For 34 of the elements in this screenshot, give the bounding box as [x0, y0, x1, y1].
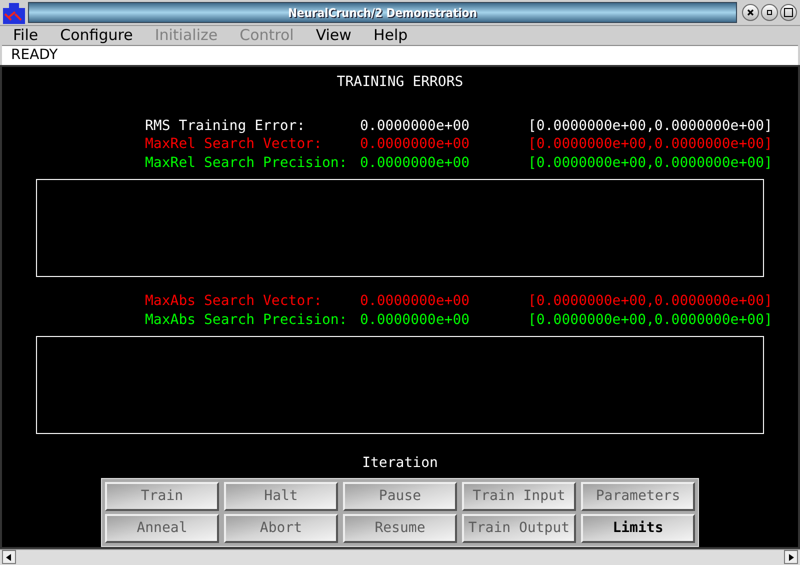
- scroll-left-button[interactable]: [2, 550, 16, 564]
- error-range: [0.0000000e+00,0.0000000e+00]: [528, 310, 772, 330]
- error-value: 0.0000000e+00: [360, 116, 471, 136]
- error-range: [0.0000000e+00,0.0000000e+00]: [528, 135, 772, 154]
- right-arrow-icon: [788, 554, 794, 561]
- horizontal-scrollbar[interactable]: [0, 548, 800, 565]
- close-icon: [747, 9, 754, 16]
- status-bar: READY: [2, 45, 798, 66]
- error-value: 0.0000000e+00: [360, 154, 471, 173]
- menu-item[interactable]: Help: [373, 24, 408, 47]
- title-bar: NeuralCrunch/2 Demonstration: [28, 2, 737, 24]
- error-label: RMS Training Error:: [145, 116, 306, 136]
- error-value: 0.0000000e+00: [360, 310, 471, 330]
- toolbar-button[interactable]: Limits: [581, 514, 695, 543]
- app-logo-icon: [3, 2, 25, 24]
- error-range: [0.0000000e+00,0.0000000e+00]: [528, 154, 772, 173]
- error-label: MaxAbs Search Precision:: [145, 310, 348, 330]
- left-arrow-icon: [6, 554, 12, 561]
- menu-item[interactable]: Configure: [60, 24, 133, 47]
- menu-item[interactable]: File: [13, 24, 38, 47]
- iteration-label: Iteration: [361, 454, 439, 473]
- error-value: 0.0000000e+00: [360, 135, 471, 154]
- error-range: [0.0000000e+00,0.0000000e+00]: [528, 292, 772, 312]
- error-value: 0.0000000e+00: [360, 292, 471, 312]
- close-button[interactable]: [742, 4, 759, 22]
- error-range: [0.0000000e+00,0.0000000e+00]: [528, 116, 772, 136]
- menu-item[interactable]: View: [316, 24, 352, 47]
- minimize-button[interactable]: [761, 4, 778, 22]
- error-label: MaxRel Search Precision:: [145, 154, 348, 173]
- section-heading: TRAINING ERRORS: [336, 73, 464, 92]
- error-label: MaxAbs Search Vector:: [145, 292, 324, 312]
- maximize-button[interactable]: [780, 4, 797, 22]
- error-label: MaxRel Search Vector:: [145, 135, 324, 154]
- scroll-right-button[interactable]: [784, 550, 798, 564]
